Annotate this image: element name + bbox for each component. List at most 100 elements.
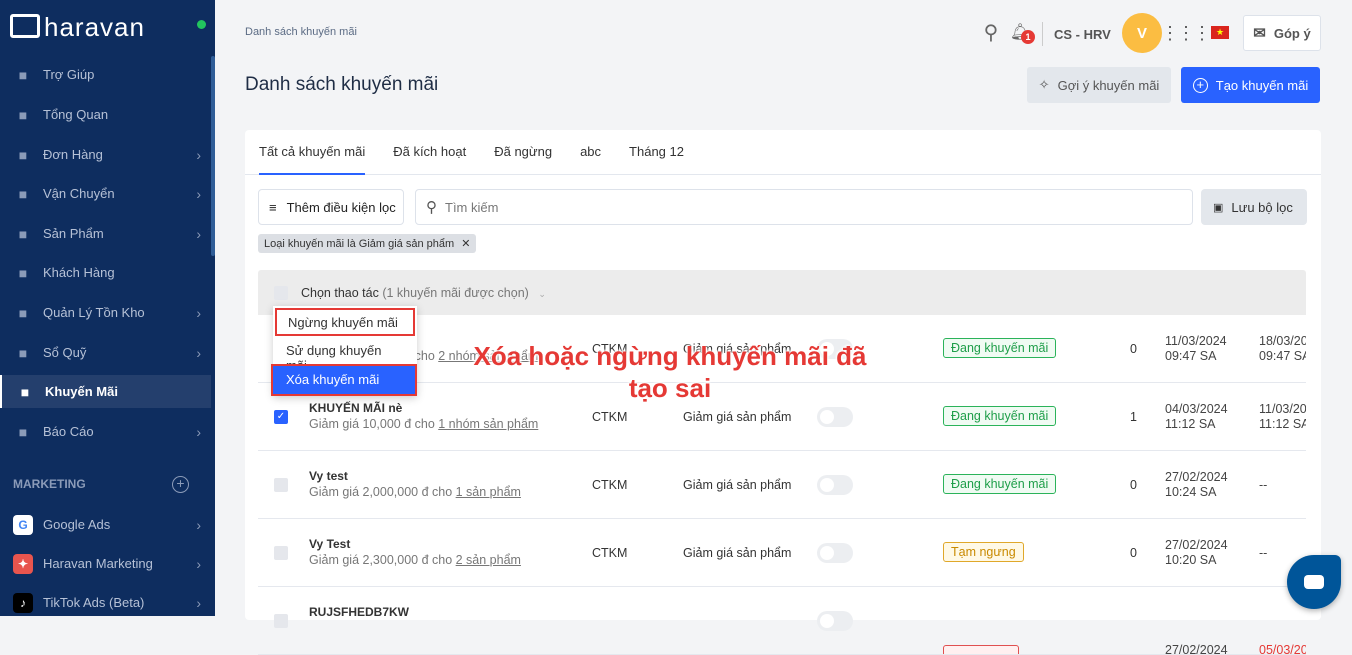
active-toggle[interactable] bbox=[817, 611, 853, 631]
chevron-right-icon: › bbox=[196, 594, 201, 611]
promotion-name[interactable]: Vy Test bbox=[309, 537, 350, 551]
promotion-name[interactable]: KHUYẾN MÃI nè bbox=[309, 401, 402, 415]
tab[interactable]: Đã kích hoạt bbox=[393, 130, 466, 175]
end-date-day: 18/03/2024 bbox=[1259, 334, 1306, 348]
tab[interactable]: Đã ngừng bbox=[494, 130, 552, 175]
tab[interactable]: abc bbox=[580, 130, 601, 175]
table-row[interactable]: RUJSFHEDB7KW 27/02/2024 05/03/2024 bbox=[258, 587, 1306, 655]
sidebar-item-inventory[interactable]: ■ Quản Lý Tồn Kho › bbox=[0, 296, 211, 329]
divider bbox=[1042, 22, 1043, 46]
promotion-type: Giảm giá sản phẩm bbox=[683, 546, 792, 560]
suggest-promotion-button[interactable]: ✧ Gợi ý khuyến mãi bbox=[1027, 67, 1171, 103]
start-date: 04/03/2024 11:12 SA bbox=[1165, 402, 1228, 432]
app-logo-icon: G bbox=[13, 514, 33, 535]
menu-item-stop-promotion[interactable]: Ngừng khuyến mãi bbox=[275, 308, 415, 336]
end-date-time: 09:47 SA bbox=[1259, 349, 1306, 363]
tabs: Tất cả khuyến mãi Đã kích hoạt Đã ngừng abc… bbox=[245, 130, 1321, 175]
row-checkbox[interactable] bbox=[274, 478, 288, 492]
usage-count: 1 bbox=[1130, 410, 1137, 424]
status-badge bbox=[943, 645, 1019, 654]
chevron-right-icon: › bbox=[196, 185, 201, 202]
start-date-day: 27/02/2024 bbox=[1165, 643, 1228, 655]
chevron-right-icon: › bbox=[196, 225, 201, 242]
sidebar-item-cashbook[interactable]: ■ Sổ Quỹ › bbox=[0, 336, 211, 369]
row-checkbox[interactable] bbox=[274, 546, 288, 560]
start-date-day: 27/02/2024 bbox=[1165, 538, 1228, 552]
sidebar-item-cart[interactable]: ■ Đơn Hàng › bbox=[0, 138, 211, 171]
notification-badge: 1 bbox=[1021, 30, 1035, 44]
breadcrumb[interactable]: Danh sách khuyến mãi bbox=[245, 26, 357, 38]
start-date-time: 11:12 SA bbox=[1165, 417, 1216, 431]
start-date-time: 10:20 SA bbox=[1165, 553, 1217, 567]
save-filter-label: Lưu bộ lọc bbox=[1231, 199, 1293, 215]
sidebar-item-label: Khách Hàng bbox=[43, 265, 115, 280]
desc-link[interactable]: 2 sản phẩm bbox=[456, 553, 521, 567]
sidebar-item-user-circle[interactable]: ■ Khách Hàng bbox=[0, 256, 211, 289]
save-filter-button[interactable]: ▣ Lưu bộ lọc bbox=[1201, 189, 1307, 225]
desc-text: Giảm giá 2,300,000 đ cho bbox=[309, 553, 456, 567]
sidebar-app-item[interactable]: ✦ Haravan Marketing › bbox=[0, 547, 211, 580]
end-date: -- bbox=[1259, 546, 1267, 561]
active-toggle[interactable] bbox=[817, 475, 853, 495]
bulk-action-dropdown[interactable]: Chọn thao tác (1 khuyến mãi được chọn) ⌄ bbox=[301, 286, 546, 300]
table-row[interactable]: Vy test Giảm giá 2,000,000 đ cho 1 sản p… bbox=[258, 451, 1306, 519]
sidebar-item-label: Quản Lý Tồn Kho bbox=[43, 305, 145, 320]
sidebar-item-tag[interactable]: ■ Sản Phẩm › bbox=[0, 217, 211, 250]
chevron-right-icon: › bbox=[196, 516, 201, 533]
sidebar-app-item[interactable]: G Google Ads › bbox=[0, 508, 211, 541]
desc-text: Giảm giá 2,000,000 đ cho bbox=[309, 485, 456, 499]
promotion-code: CTKM bbox=[592, 546, 628, 560]
menu-item-delete-promotion[interactable]: Xóa khuyến mãi bbox=[271, 364, 417, 396]
usage-count: 0 bbox=[1130, 546, 1137, 560]
sidebar-item-book[interactable]: ■ Trợ Giúp bbox=[0, 58, 211, 91]
promotion-name[interactable]: RUJSFHEDB7KW bbox=[309, 605, 409, 619]
select-all-checkbox[interactable] bbox=[274, 286, 288, 300]
sidebar-item-chart-line[interactable]: ■ Tổng Quan bbox=[0, 98, 211, 131]
table-row[interactable]: Vy Test Giảm giá 2,300,000 đ cho 2 sản p… bbox=[258, 519, 1306, 587]
tab[interactable]: Tất cả khuyến mãi bbox=[259, 130, 366, 175]
annotation-text: Xóa hoặc ngừng khuyến mãi đã tạo sai bbox=[473, 341, 867, 403]
tab[interactable]: Tháng 12 bbox=[629, 130, 684, 175]
marketing-heading: MARKETING bbox=[13, 477, 86, 491]
sidebar-item-truck[interactable]: ■ Vận Chuyển › bbox=[0, 177, 211, 210]
desc-link[interactable]: 1 nhóm sản phẩm bbox=[438, 417, 538, 431]
create-promotion-button[interactable]: + Tạo khuyến mãi bbox=[1181, 67, 1320, 103]
sidebar-item-label: Đơn Hàng bbox=[43, 147, 103, 162]
cashbook-icon: ■ bbox=[18, 344, 28, 361]
vietnam-flag-icon[interactable]: ★ bbox=[1211, 26, 1229, 39]
filter-icon: ≡ bbox=[269, 199, 277, 215]
end-date: -- bbox=[1259, 478, 1267, 493]
haravan-logo[interactable]: haravan bbox=[10, 10, 160, 42]
start-date-day: 11/03/2024 bbox=[1165, 334, 1227, 348]
promotion-desc: Giảm giá 2,300,000 đ cho 2 sản phẩm bbox=[309, 553, 521, 567]
active-toggle[interactable] bbox=[817, 407, 853, 427]
start-date: 27/02/2024 bbox=[1165, 643, 1228, 655]
add-filter-button[interactable]: ≡ Thêm điều kiện lọc bbox=[258, 189, 404, 225]
avatar[interactable]: V bbox=[1122, 13, 1162, 53]
end-date: 05/03/2024 bbox=[1259, 643, 1306, 654]
apps-grid-icon[interactable]: ⋮⋮⋮ bbox=[1161, 23, 1211, 43]
menu-item-use-promotion[interactable]: Sử dụng khuyến mãi bbox=[273, 336, 417, 373]
user-circle-icon: ■ bbox=[18, 264, 28, 281]
search-input[interactable]: ⚲ Tìm kiếm bbox=[415, 189, 1193, 225]
feedback-button[interactable]: ✉ Góp ý bbox=[1243, 15, 1321, 51]
app-label: TikTok Ads (Beta) bbox=[43, 595, 145, 610]
add-marketing-channel-button[interactable]: + bbox=[172, 476, 189, 493]
row-checkbox[interactable]: ✓ bbox=[274, 410, 288, 424]
store-name[interactable]: CS - HRV bbox=[1054, 22, 1111, 46]
desc-link[interactable]: 1 sản phẩm bbox=[456, 485, 521, 499]
add-filter-label: Thêm điều kiện lọc bbox=[286, 199, 396, 215]
search-icon[interactable]: ⚲ bbox=[980, 20, 1002, 44]
sidebar-item-report[interactable]: ■ Báo Cáo › bbox=[0, 415, 211, 448]
row-checkbox[interactable] bbox=[274, 614, 288, 628]
promotion-name[interactable]: Vy test bbox=[309, 469, 348, 483]
inventory-icon: ■ bbox=[18, 304, 28, 321]
filter-chip[interactable]: Loại khuyến mãi là Giảm giá sản phẩm ✕ bbox=[258, 234, 477, 253]
sidebar-scrollbar[interactable] bbox=[211, 56, 215, 256]
close-icon[interactable]: ✕ bbox=[461, 238, 470, 250]
sidebar-app-item[interactable]: ♪ TikTok Ads (Beta) › bbox=[0, 586, 211, 619]
sidebar-item-gift[interactable]: ■ Khuyến Mãi bbox=[0, 375, 211, 408]
active-toggle[interactable] bbox=[817, 543, 853, 563]
chat-button[interactable] bbox=[1287, 555, 1341, 609]
search-placeholder: Tìm kiếm bbox=[445, 199, 499, 215]
